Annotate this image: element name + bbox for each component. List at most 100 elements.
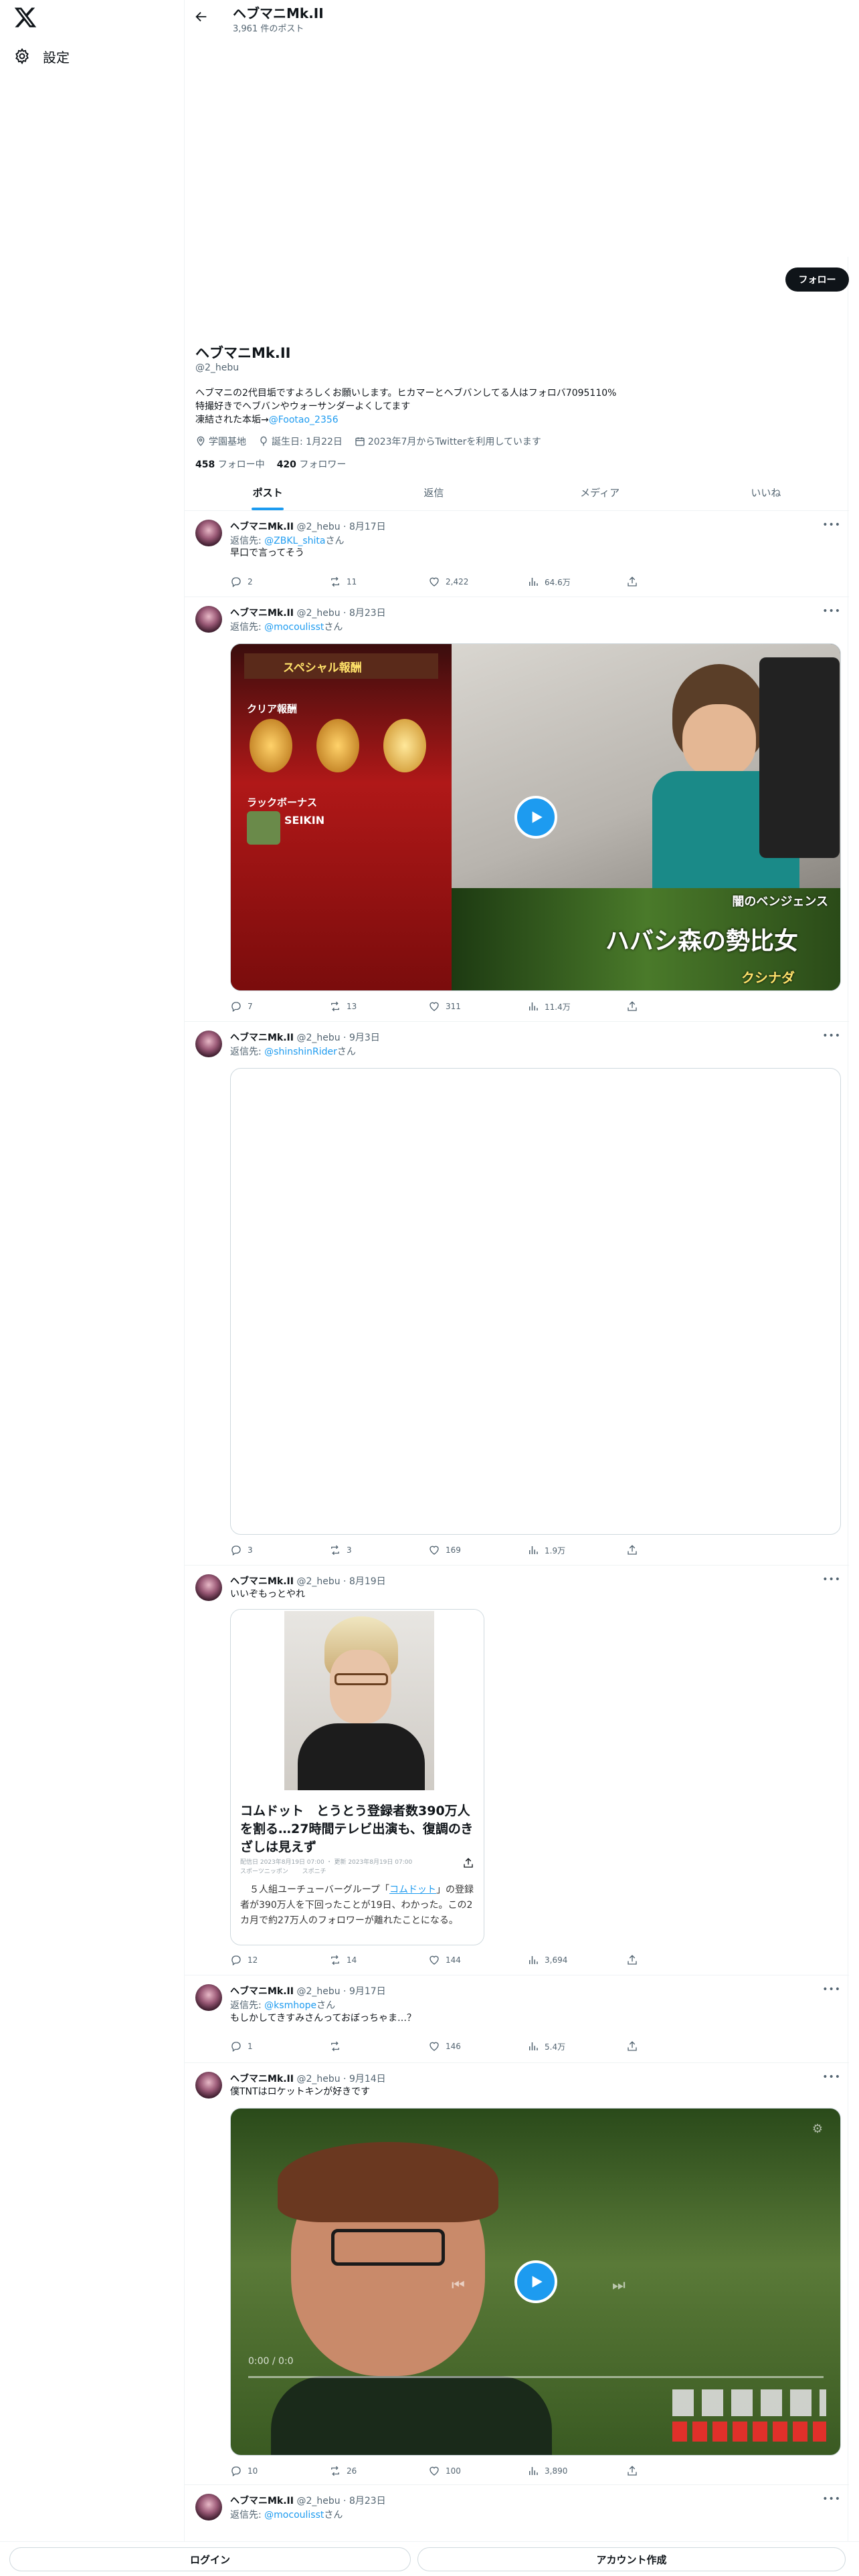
- post-date[interactable]: 9月3日: [349, 1033, 380, 1043]
- follow-button[interactable]: フォロー: [785, 267, 849, 292]
- reply-to-link[interactable]: @ksmhope: [264, 2000, 316, 2011]
- post-author-name[interactable]: ヘブマニMk.II: [230, 2074, 294, 2084]
- reply-button[interactable]: 2: [230, 576, 329, 588]
- reply-button[interactable]: 12: [230, 1954, 329, 1966]
- like-button[interactable]: 146: [428, 2040, 527, 2052]
- post-item[interactable]: ヘブマニMk.II @2_hebu · 8月23日 ••• 返信先: @moco…: [185, 598, 849, 1022]
- like-button[interactable]: 2,422: [428, 576, 527, 588]
- bio-link[interactable]: @Footao_2356: [269, 415, 339, 425]
- following-count: 458: [195, 459, 215, 470]
- post-item[interactable]: ヘブマニMk.II @2_hebu · 8月23日 ••• 返信先: @moco…: [185, 2486, 849, 2541]
- heart-icon: [430, 577, 439, 586]
- birthday: 誕生日: 1月22日: [258, 435, 343, 448]
- views-button[interactable]: 5.4万: [527, 2040, 626, 2052]
- views-button[interactable]: 64.6万: [527, 576, 626, 588]
- tab-media[interactable]: メディア: [517, 475, 683, 510]
- reply-to-link[interactable]: @mocoulisst: [264, 622, 324, 633]
- post-item[interactable]: ヘブマニMk.II @2_hebu · 9月3日 ••• 返信先: @shins…: [185, 1023, 849, 1566]
- post-author-name[interactable]: ヘブマニMk.II: [230, 2496, 294, 2506]
- views-button[interactable]: 3,890: [527, 2465, 626, 2477]
- more-options-icon[interactable]: •••: [822, 1984, 841, 1995]
- post-date[interactable]: 8月19日: [349, 1576, 386, 1587]
- repost-button[interactable]: 3: [329, 1544, 428, 1556]
- next-icon[interactable]: ⏭: [612, 2277, 626, 2294]
- reply-to-link[interactable]: @shinshinRider: [264, 1047, 337, 1057]
- like-button[interactable]: 144: [428, 1954, 527, 1966]
- post-author-name[interactable]: ヘブマニMk.II: [230, 1576, 294, 1587]
- post-item[interactable]: ヘブマニMk.II @2_hebu · 8月19日 ••• いいぞもっとやれ コ…: [185, 1566, 849, 1975]
- more-options-icon[interactable]: •••: [822, 2494, 841, 2504]
- card-body-link[interactable]: コムドット: [389, 1885, 436, 1895]
- reply-to-link[interactable]: @ZBKL_shita: [264, 536, 325, 546]
- share-icon: [628, 1001, 637, 1011]
- views-button[interactable]: 11.4万: [527, 1000, 626, 1012]
- link-card[interactable]: コムドット とうとう登録者数390万人を割る…27時間テレビ出演も、復調のきざし…: [230, 1609, 484, 1945]
- tab-likes[interactable]: いいね: [683, 475, 849, 510]
- play-button[interactable]: [514, 796, 557, 839]
- more-options-icon[interactable]: •••: [822, 1031, 841, 1041]
- followers-link[interactable]: 420 フォロワー: [277, 457, 347, 471]
- reply-button[interactable]: 3: [230, 1544, 329, 1556]
- tab-posts[interactable]: ポスト: [185, 475, 351, 510]
- login-button[interactable]: ログイン: [9, 2547, 411, 2571]
- more-options-icon[interactable]: •••: [822, 606, 841, 617]
- post-video[interactable]: スペシャル報酬 クリア報酬 ラックボーナス SEIKIN 闇のベンジェンス ハバ…: [230, 643, 841, 991]
- repost-button[interactable]: 13: [329, 1000, 428, 1012]
- like-button[interactable]: 169: [428, 1544, 527, 1556]
- sidebar-item-settings[interactable]: 設定: [13, 43, 70, 70]
- avatar[interactable]: [195, 1984, 222, 2011]
- post-item[interactable]: ヘブマニMk.II @2_hebu · 9月17日 ••• 返信先: @ksmh…: [185, 1976, 849, 2063]
- more-options-icon[interactable]: •••: [822, 2072, 841, 2082]
- previous-icon[interactable]: ⏮: [452, 2277, 465, 2294]
- share-button[interactable]: [626, 1000, 725, 1012]
- avatar[interactable]: [195, 1031, 222, 1057]
- post-date[interactable]: 9月17日: [349, 1986, 386, 1997]
- post-date[interactable]: 9月14日: [349, 2074, 386, 2084]
- x-logo-icon[interactable]: [13, 5, 37, 29]
- reply-button[interactable]: 1: [230, 2040, 329, 2052]
- tab-replies[interactable]: 返信: [351, 475, 516, 510]
- post-author-name[interactable]: ヘブマニMk.II: [230, 1986, 294, 1997]
- avatar[interactable]: [195, 606, 222, 633]
- share-button[interactable]: [626, 1544, 725, 1556]
- repost-button[interactable]: 26: [329, 2465, 428, 2477]
- post-date[interactable]: 8月23日: [349, 2496, 386, 2506]
- more-options-icon[interactable]: •••: [822, 520, 841, 530]
- views-button[interactable]: 3,694: [527, 1954, 626, 1966]
- post-media-placeholder[interactable]: [230, 1068, 841, 1535]
- reply-button[interactable]: 7: [230, 1000, 329, 1012]
- like-button[interactable]: 100: [428, 2465, 527, 2477]
- repost-button[interactable]: [329, 2040, 428, 2052]
- avatar[interactable]: [195, 2072, 222, 2099]
- signup-button[interactable]: アカウント作成: [417, 2547, 846, 2571]
- play-button[interactable]: [514, 2260, 557, 2303]
- post-date[interactable]: 8月23日: [349, 608, 386, 619]
- share-button[interactable]: [626, 1954, 725, 1966]
- avatar[interactable]: [195, 520, 222, 546]
- avatar[interactable]: [195, 1574, 222, 1601]
- post-item[interactable]: ヘブマニMk.II @2_hebu · 9月14日 ••• 僕TNTはロケットキ…: [185, 2064, 849, 2485]
- reply-to-link[interactable]: @mocoulisst: [264, 2510, 324, 2520]
- avatar[interactable]: [195, 2494, 222, 2520]
- post-author-name[interactable]: ヘブマニMk.II: [230, 608, 294, 619]
- birthday-text: 誕生日: 1月22日: [272, 437, 343, 447]
- more-options-icon[interactable]: •••: [822, 1574, 841, 1585]
- repost-button[interactable]: 11: [329, 576, 428, 588]
- post-date[interactable]: 8月17日: [349, 522, 386, 532]
- back-arrow-icon[interactable]: [194, 9, 211, 27]
- share-button[interactable]: [626, 2040, 725, 2052]
- following-link[interactable]: 458 フォロー中: [195, 457, 265, 471]
- post-author-name[interactable]: ヘブマニMk.II: [230, 522, 294, 532]
- video-progress-track[interactable]: [248, 2376, 824, 2378]
- share-button[interactable]: [626, 576, 725, 588]
- post-video[interactable]: 0:00 / 0:0 ⏮ ⏭ ⚙: [230, 2108, 841, 2456]
- reply-button[interactable]: 10: [230, 2465, 329, 2477]
- post-author-name[interactable]: ヘブマニMk.II: [230, 1033, 294, 1043]
- views-button[interactable]: 1.9万: [527, 1544, 626, 1556]
- post-item[interactable]: ヘブマニMk.II @2_hebu · 8月17日 ••• 返信先: @ZBKL…: [185, 512, 849, 597]
- settings-icon[interactable]: ⚙: [812, 2122, 823, 2136]
- share-icon[interactable]: [462, 1857, 474, 1872]
- like-button[interactable]: 311: [428, 1000, 527, 1012]
- repost-button[interactable]: 14: [329, 1954, 428, 1966]
- share-button[interactable]: [626, 2465, 725, 2477]
